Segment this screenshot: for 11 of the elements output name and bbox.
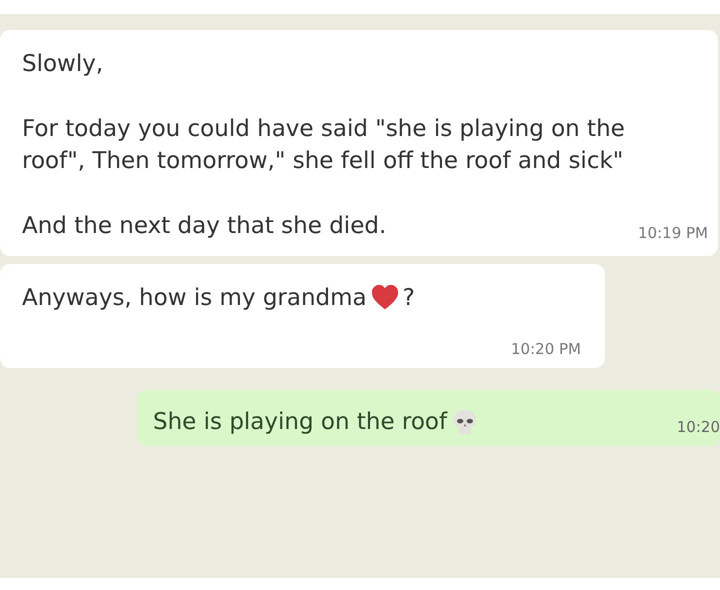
timestamp: 10:19 PM bbox=[638, 224, 708, 242]
timestamp: 10:20 bbox=[676, 418, 720, 436]
skull-icon bbox=[451, 408, 480, 436]
heart-icon bbox=[370, 284, 399, 312]
timestamp: 10:20 PM bbox=[511, 340, 581, 358]
message-text: ? bbox=[402, 284, 415, 313]
message-text: Slowly, bbox=[22, 50, 104, 79]
message-text: For today you could have said "she is playing on the roof", Then tomorrow," she fell off the roof and sick" bbox=[22, 115, 626, 176]
message-text: And the next day that she died. bbox=[22, 212, 386, 241]
message-text: Anyways, how is my grandma bbox=[22, 284, 367, 313]
message-text: She is playing on the roof bbox=[153, 408, 448, 437]
